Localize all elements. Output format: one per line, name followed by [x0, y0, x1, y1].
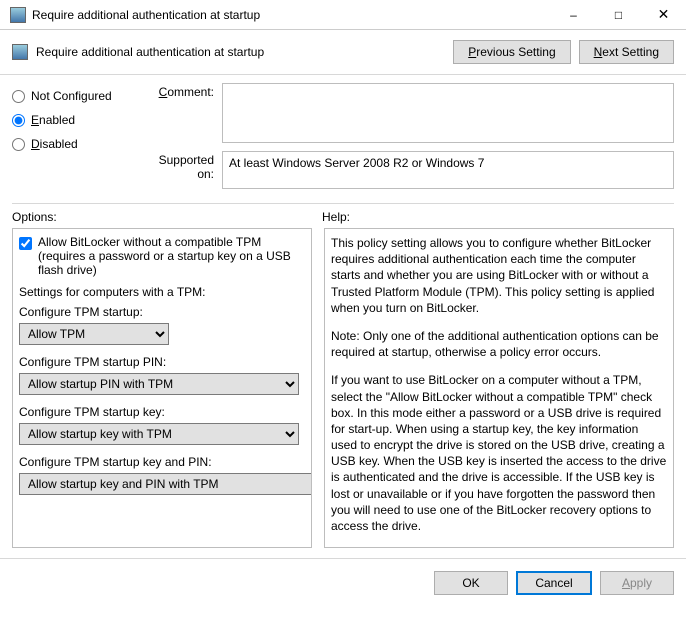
supported-on-text: At least Windows Server 2008 R2 or Windo…: [222, 151, 674, 189]
allow-without-tpm-input[interactable]: [19, 237, 32, 250]
radio-disabled-input[interactable]: [12, 138, 25, 151]
tpm-key-label: Configure TPM startup key:: [19, 405, 305, 419]
maximize-button[interactable]: □: [596, 0, 641, 30]
titlebar: Require additional authentication at sta…: [0, 0, 686, 30]
tpm-startup-select[interactable]: Allow TPM: [19, 323, 169, 345]
allow-without-tpm-checkbox[interactable]: Allow BitLocker without a compatible TPM…: [19, 235, 305, 277]
tpm-section-label: Settings for computers with a TPM:: [19, 285, 305, 299]
allow-without-tpm-label: Allow BitLocker without a compatible TPM…: [38, 235, 305, 277]
divider: [12, 203, 674, 204]
policy-icon: [10, 7, 26, 23]
state-radios: Not Configured Enabled Disabled: [12, 83, 142, 197]
window-title: Require additional authentication at sta…: [32, 8, 551, 22]
comment-label: Comment:: [142, 83, 222, 143]
radio-not-configured[interactable]: Not Configured: [12, 89, 142, 103]
tpm-pin-select[interactable]: Allow startup PIN with TPM: [19, 373, 299, 395]
help-label: Help:: [322, 210, 350, 224]
header: Require additional authentication at sta…: [0, 30, 686, 75]
help-para-4: On a computer with a compatible TPM, fou…: [331, 546, 667, 548]
radio-not-configured-input[interactable]: [12, 90, 25, 103]
options-panel[interactable]: Allow BitLocker without a compatible TPM…: [12, 228, 312, 548]
ok-button[interactable]: OK: [434, 571, 508, 595]
policy-icon: [12, 44, 28, 60]
apply-button[interactable]: Apply: [600, 571, 674, 595]
radio-enabled[interactable]: Enabled: [12, 113, 142, 127]
config-section: Not Configured Enabled Disabled Comment:…: [0, 75, 686, 201]
next-setting-button[interactable]: Next Setting: [579, 40, 674, 64]
tpm-keypin-select[interactable]: Allow startup key and PIN with TPM: [19, 473, 312, 495]
help-panel[interactable]: This policy setting allows you to config…: [324, 228, 674, 548]
tpm-pin-label: Configure TPM startup PIN:: [19, 355, 305, 369]
close-button[interactable]: ✕: [641, 0, 686, 30]
help-para-2: Note: Only one of the additional authent…: [331, 328, 667, 360]
radio-enabled-input[interactable]: [12, 114, 25, 127]
panels: Allow BitLocker without a compatible TPM…: [0, 228, 686, 548]
tpm-startup-label: Configure TPM startup:: [19, 305, 305, 319]
radio-disabled[interactable]: Disabled: [12, 137, 142, 151]
tpm-keypin-label: Configure TPM startup key and PIN:: [19, 455, 305, 469]
fields: Comment: Supported on: At least Windows …: [142, 83, 674, 197]
footer: OK Cancel Apply: [0, 558, 686, 607]
minimize-button[interactable]: –: [551, 0, 596, 30]
supported-label: Supported on:: [142, 151, 222, 189]
help-para-3: If you want to use BitLocker on a comput…: [331, 372, 667, 534]
options-label: Options:: [12, 210, 322, 224]
comment-input[interactable]: [222, 83, 674, 143]
previous-setting-button[interactable]: Previous Setting: [453, 40, 570, 64]
tpm-key-select[interactable]: Allow startup key with TPM: [19, 423, 299, 445]
help-para-1: This policy setting allows you to config…: [331, 235, 667, 316]
cancel-button[interactable]: Cancel: [516, 571, 592, 595]
page-title: Require additional authentication at sta…: [36, 45, 445, 59]
panel-labels: Options: Help:: [0, 210, 686, 228]
